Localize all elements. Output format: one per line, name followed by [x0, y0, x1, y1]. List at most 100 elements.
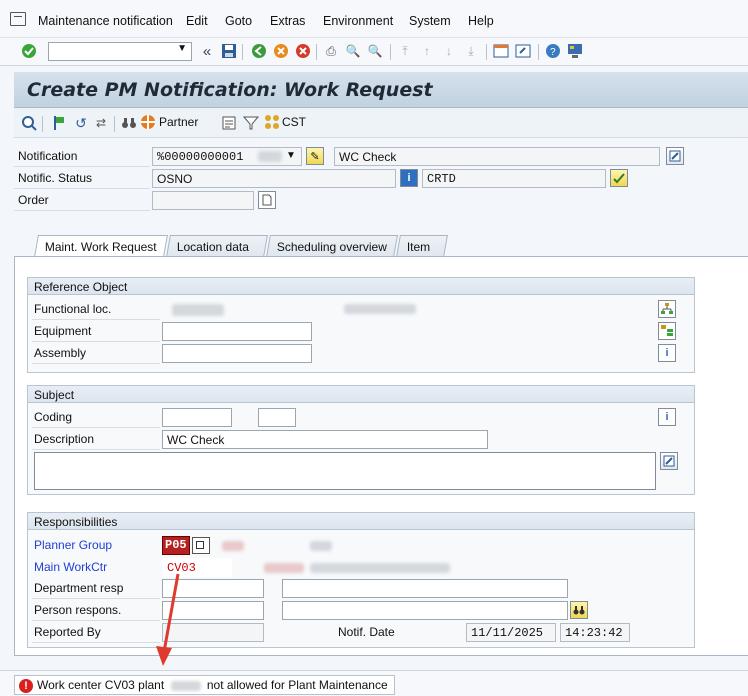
status-code-field[interactable]: CRTD: [422, 169, 606, 188]
redacted-notif-type: [258, 151, 282, 162]
redacted-workctr-plant: [264, 563, 304, 573]
order-field[interactable]: [152, 191, 254, 210]
long-text-edit-icon[interactable]: [660, 452, 678, 470]
assembly-field[interactable]: [162, 344, 312, 363]
department-desc-field[interactable]: [282, 579, 568, 598]
filter-icon[interactable]: [242, 114, 260, 132]
menu-goto[interactable]: Goto: [225, 14, 252, 28]
notif-time-field[interactable]: 14:23:42: [560, 623, 630, 642]
object-info-icon[interactable]: i: [658, 344, 676, 362]
back-icon[interactable]: [250, 42, 268, 60]
application-toolbar: ↺ ⇄ Partner CST: [14, 108, 748, 138]
partner-button[interactable]: Partner: [140, 114, 198, 130]
exit-icon[interactable]: [272, 42, 290, 60]
edit-pencil-icon[interactable]: ✎: [306, 147, 324, 165]
main-workctr-label: Main WorkCtr: [34, 560, 108, 574]
create-order-icon[interactable]: [258, 191, 276, 209]
last-page-icon[interactable]: ⤓: [462, 42, 480, 60]
responsibilities-group: Responsibilities Planner Group P05 Main …: [27, 512, 695, 648]
status-message[interactable]: ! Work center CV03 plant not allowed for…: [14, 675, 395, 695]
redacted-planner-desc: [310, 541, 332, 551]
previous-page-icon[interactable]: ↑: [418, 42, 436, 60]
assembly-label: Assembly: [34, 346, 87, 360]
tab-scheduling-overview[interactable]: Scheduling overview: [266, 235, 398, 257]
coding-info-icon[interactable]: i: [658, 408, 676, 426]
notification-desc-field[interactable]: WC Check: [334, 147, 660, 166]
document-icon[interactable]: [220, 114, 238, 132]
reference-object-title: Reference Object: [28, 278, 694, 295]
description-label: Description: [34, 432, 95, 446]
equipment-label: Equipment: [34, 324, 92, 338]
status-label-row: Notific. Status: [14, 169, 150, 189]
person-label: Person respons.: [34, 603, 122, 617]
print-icon[interactable]: ⎙: [322, 42, 340, 60]
set-status-icon[interactable]: [610, 169, 628, 187]
title-bar: Create PM Notification: Work Request: [14, 72, 748, 108]
status-msg-prefix: Work center CV03 plant: [37, 678, 165, 692]
menu-extras[interactable]: Extras: [270, 14, 305, 28]
cst-button[interactable]: CST: [264, 114, 306, 130]
department-label: Department resp: [34, 581, 124, 595]
notif-date-field[interactable]: 11/11/2025: [466, 623, 556, 642]
binoculars-search-icon[interactable]: [570, 601, 588, 619]
enter-check-icon[interactable]: [20, 42, 38, 60]
search-help-icon[interactable]: [192, 537, 210, 554]
shortcut-icon[interactable]: [514, 42, 532, 60]
new-session-icon[interactable]: [492, 42, 510, 60]
redacted-functional-loc: [172, 304, 224, 316]
cst-icon: [265, 115, 279, 129]
display-object-icon[interactable]: [20, 114, 38, 132]
find-next-icon[interactable]: 🔍: [366, 42, 384, 60]
notif-date-label: Notif. Date: [338, 625, 395, 639]
equipment-field[interactable]: [162, 322, 312, 341]
customize-layout-icon[interactable]: [566, 42, 584, 60]
menu-maintenance-notification[interactable]: Maintenance notification: [38, 14, 173, 28]
hierarchy-icon[interactable]: [658, 322, 676, 340]
flag-icon[interactable]: [50, 114, 68, 132]
save-icon[interactable]: [220, 42, 238, 60]
command-field[interactable]: ▼: [48, 42, 192, 61]
structure-icon[interactable]: [658, 300, 676, 318]
collapse-double-chevron-icon[interactable]: «: [198, 42, 216, 60]
info-icon[interactable]: i: [400, 169, 418, 187]
coding-label: Coding: [34, 410, 73, 424]
find-icon[interactable]: 🔍: [344, 42, 362, 60]
exchange-icon[interactable]: ⇄: [92, 114, 110, 132]
long-text-area[interactable]: [34, 452, 656, 490]
cancel-icon[interactable]: [294, 42, 312, 60]
order-label: Order: [18, 193, 49, 207]
reference-object-group: Reference Object Functional loc. Equipme…: [27, 277, 695, 373]
menu-system[interactable]: System: [409, 14, 451, 28]
subject-title: Subject: [28, 386, 694, 403]
next-page-icon[interactable]: ↓: [440, 42, 458, 60]
tab-location-data[interactable]: Location data: [166, 235, 268, 257]
menu-edit[interactable]: Edit: [186, 14, 208, 28]
menu-environment[interactable]: Environment: [323, 14, 393, 28]
coding-group-field[interactable]: [162, 408, 232, 427]
status-field[interactable]: OSNO: [152, 169, 396, 188]
help-icon[interactable]: ?: [544, 42, 562, 60]
binoculars-icon[interactable]: [120, 114, 138, 132]
notification-label: Notification: [18, 149, 78, 163]
coding-code-field[interactable]: [258, 408, 296, 427]
redacted-planner-plant: [222, 541, 244, 551]
long-text-icon[interactable]: [666, 147, 684, 165]
responsibilities-title: Responsibilities: [28, 513, 694, 530]
redacted-functional-loc-desc: [344, 304, 416, 314]
planner-group-field[interactable]: P05: [162, 536, 190, 555]
chevron-down-icon[interactable]: ▼: [286, 150, 296, 161]
tab-item[interactable]: Item: [396, 235, 448, 257]
status-bar: ! Work center CV03 plant not allowed for…: [0, 670, 748, 696]
menu-help[interactable]: Help: [468, 14, 494, 28]
status-msg-suffix: not allowed for Plant Maintenance: [206, 678, 388, 692]
standard-toolbar: ▼ « ⎙ 🔍 🔍 ⤒ ↑ ↓ ⤓ ?: [0, 38, 748, 66]
error-icon: !: [19, 679, 33, 693]
tab-maint-work-request[interactable]: Maint. Work Request: [34, 235, 168, 257]
menu-exit-icon[interactable]: [10, 12, 26, 26]
order-label-row: Order: [14, 191, 150, 211]
planner-group-label: Planner Group: [34, 538, 113, 552]
description-field[interactable]: WC Check: [162, 430, 488, 449]
person-desc-field[interactable]: [282, 601, 568, 620]
undo-icon[interactable]: ↺: [72, 114, 90, 132]
first-page-icon[interactable]: ⤒: [396, 42, 414, 60]
